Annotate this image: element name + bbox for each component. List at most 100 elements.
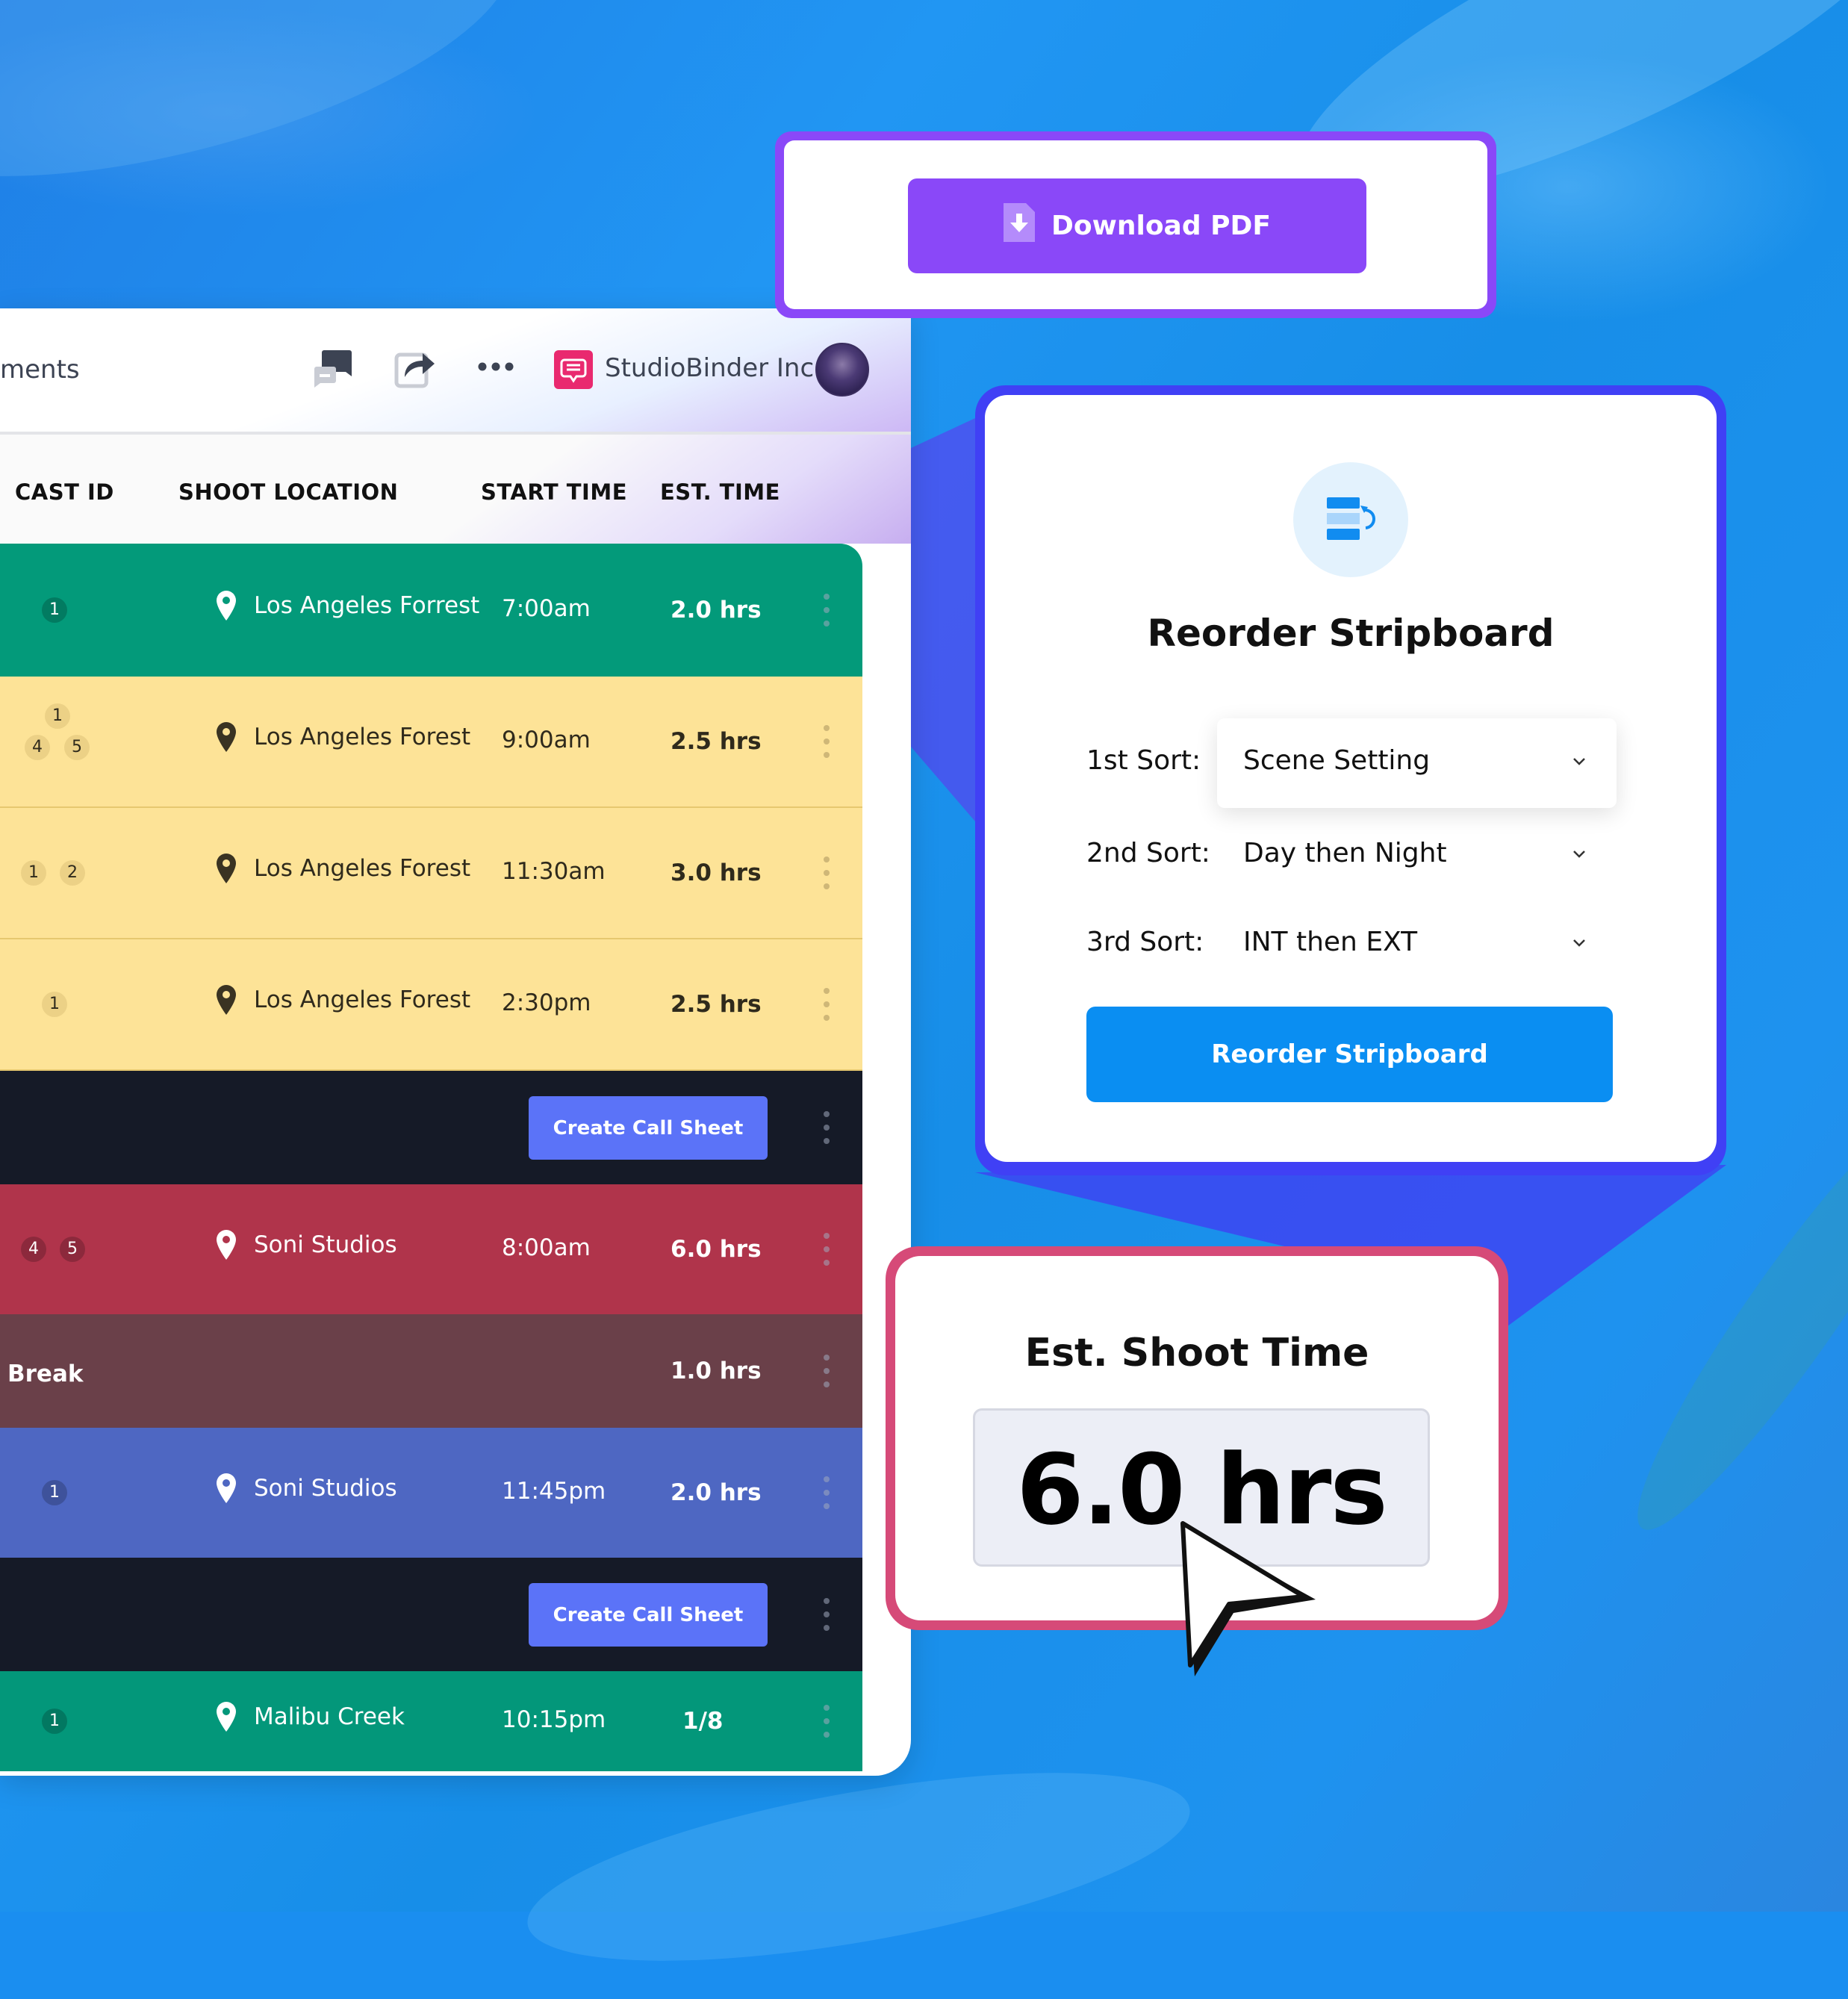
sort-value: Scene Setting [1243,745,1431,776]
breadcrumb[interactable]: ments [0,355,80,385]
location-pin-icon [217,854,236,883]
est-time: 1/8 [682,1708,724,1735]
row-menu-icon[interactable] [824,1233,830,1273]
sort-label: 1st Sort: [1086,745,1201,776]
file-download-icon [1003,203,1035,249]
start-time: 11:45pm [502,1478,606,1505]
est-time: 6.0 hrs [671,1236,762,1263]
column-header-start-time[interactable]: START TIME [481,479,627,505]
shoot-location: Los Angeles Forest [217,854,470,883]
sort-row-2: 2nd Sort: Day then Night [1086,811,1617,901]
cast-id-badge: 5 [64,735,90,760]
download-pdf-button[interactable]: Download PDF [908,178,1366,273]
location-pin-icon [217,1702,236,1732]
row-menu-icon[interactable] [824,1355,830,1395]
cast-id-badge: 4 [21,1237,46,1262]
strip-row[interactable]: 1 Los Angeles Forest 2:30pm 2.5 hrs [0,939,862,1071]
shoot-location-label: Los Angeles Forest [254,855,471,882]
cast-id-badge: 1 [42,597,67,623]
share-icon[interactable] [394,347,436,392]
strip-row[interactable]: 1 Soni Studios 11:45pm 2.0 hrs [0,1428,862,1558]
cast-id-badge: 1 [42,992,67,1017]
stripboard-rows: 1 Los Angeles Forrest 7:00am 2.0 hrs 1 4 5 Los … [0,544,862,1771]
third-sort-select[interactable]: INT then EXT [1217,900,1617,989]
sort-label: 2nd Sort: [1086,838,1210,868]
reorder-stripboard-button[interactable]: Reorder Stripboard [1086,1007,1613,1102]
start-time: 7:00am [502,595,591,622]
create-call-sheet-button[interactable]: Create Call Sheet [529,1096,768,1160]
download-pdf-label: Download PDF [1051,211,1272,241]
org-logo-icon[interactable] [554,350,593,389]
shoot-location-label: Los Angeles Forest [254,986,471,1013]
column-header-est-time[interactable]: EST. TIME [660,479,780,505]
sort-row-1: 1st Sort: Scene Setting [1086,718,1617,808]
est-time: 2.5 hrs [671,728,762,755]
second-sort-select[interactable]: Day then Night [1217,811,1617,901]
column-header-cast-id[interactable]: CAST ID [15,479,114,505]
shoot-location: Los Angeles Forest [217,985,470,1015]
shoot-location-label: Malibu Creek [254,1703,405,1730]
cast-id-badge: 4 [25,735,50,760]
strip-row[interactable]: 1 4 5 Los Angeles Forest 9:00am 2.5 hrs [0,677,862,808]
cast-id-badge: 1 [42,1709,67,1734]
sort-value: Day then Night [1243,838,1447,868]
est-time: 2.0 hrs [671,1479,762,1506]
row-menu-icon[interactable] [824,988,830,1028]
day-break-row[interactable]: Create Call Sheet [0,1558,862,1671]
avatar[interactable] [815,343,869,397]
location-pin-icon [217,1473,236,1503]
shoot-location: Malibu Creek [217,1702,405,1732]
shoot-location: Los Angeles Forest [217,722,470,752]
start-time: 10:15pm [502,1706,606,1733]
break-label: Break [7,1361,84,1387]
location-pin-icon [217,985,236,1015]
start-time: 2:30pm [502,989,591,1016]
shoot-location-label: Los Angeles Forest [254,724,471,750]
shoot-location-label: Soni Studios [254,1231,397,1258]
row-menu-icon[interactable] [824,1705,830,1745]
first-sort-select[interactable]: Scene Setting [1217,718,1617,808]
download-card: Download PDF [775,131,1496,318]
sort-row-3: 3rd Sort: INT then EXT [1086,900,1617,989]
column-header-shoot-location[interactable]: SHOOT LOCATION [178,479,398,505]
location-pin-icon [217,722,236,752]
shoot-location-label: Soni Studios [254,1475,397,1502]
cast-id-badge: 2 [60,860,85,886]
org-name[interactable]: StudioBinder Inc [605,353,814,383]
est-shoot-time-title: Est. Shoot Time [1024,1331,1369,1375]
row-menu-icon[interactable] [824,594,830,634]
mouse-cursor-icon [1180,1521,1316,1676]
strip-row[interactable]: 1 Malibu Creek 10:15pm 1/8 [0,1671,862,1771]
stripboard-panel: ments StudioBinder Inc CAST ID SHOOT LOC… [0,308,911,1776]
row-menu-icon[interactable] [824,1598,830,1638]
row-menu-icon[interactable] [824,725,830,765]
start-time: 11:30am [502,858,606,885]
dialog-title: Reorder Stripboard [1147,612,1555,655]
comments-icon[interactable] [312,347,354,392]
sort-label: 3rd Sort: [1086,927,1204,957]
sort-value: INT then EXT [1243,927,1418,957]
est-time: 2.0 hrs [671,597,762,624]
est-time: 2.5 hrs [671,991,762,1018]
location-pin-icon [217,591,236,621]
break-row[interactable]: Break 1.0 hrs [0,1314,862,1428]
shoot-location: Los Angeles Forrest [217,591,479,621]
reorder-icon [1293,462,1408,577]
more-icon[interactable] [478,361,514,375]
cast-id-badge: 5 [60,1237,85,1262]
top-bar: ments StudioBinder Inc [0,308,911,435]
create-call-sheet-button[interactable]: Create Call Sheet [529,1583,768,1647]
row-menu-icon[interactable] [824,857,830,897]
location-pin-icon [217,1230,236,1260]
chevron-down-icon [1573,851,1585,858]
shoot-location-label: Los Angeles Forrest [254,592,480,619]
strip-row[interactable]: 1 2 Los Angeles Forest 11:30am 3.0 hrs [0,808,862,939]
chevron-down-icon [1573,758,1585,765]
row-menu-icon[interactable] [824,1111,830,1151]
strip-row[interactable]: 4 5 Soni Studios 8:00am 6.0 hrs [0,1184,862,1314]
row-menu-icon[interactable] [824,1476,830,1517]
start-time: 9:00am [502,727,591,753]
day-break-row[interactable]: Create Call Sheet [0,1071,862,1184]
cast-id-badge: 1 [21,860,46,886]
strip-row[interactable]: 1 Los Angeles Forrest 7:00am 2.0 hrs [0,544,862,677]
